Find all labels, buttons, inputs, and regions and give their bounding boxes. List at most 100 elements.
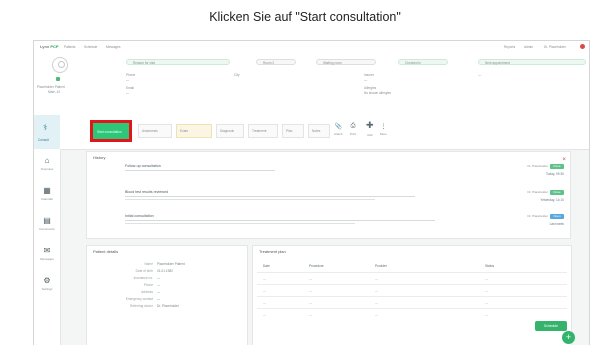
detail-row: Referring doctor Dr. Placeholder	[107, 304, 179, 308]
status-badge: Open	[550, 214, 564, 219]
history-entry-title: Initial consultation	[125, 214, 154, 218]
calendar-icon: ▦	[43, 186, 51, 195]
patient-details-title: Patient details	[93, 249, 119, 254]
field-label-insurer: Insurer	[364, 73, 374, 77]
history-entry-title: Follow-up consultation	[125, 164, 161, 168]
reason-pill[interactable]: Reason for visit	[126, 59, 230, 65]
cell: —	[263, 277, 266, 281]
tab-consult[interactable]: ⚕ Consult	[34, 115, 60, 149]
detail-key: Emergency contact	[125, 297, 153, 301]
step-diagnosis[interactable]: Diagnosis	[216, 124, 244, 138]
start-consultation-label: Start consultation	[97, 130, 122, 134]
nav-admin[interactable]: Admin	[524, 45, 533, 49]
add-fab-button[interactable]: +	[562, 331, 575, 344]
gear-icon: ⚙	[43, 276, 51, 285]
next-appointment-pill[interactable]: Next appointment	[478, 59, 586, 65]
divider	[257, 296, 567, 297]
detail-key: Insurance no.	[133, 276, 153, 280]
field-value-phone: —	[126, 78, 130, 82]
checkin-pill[interactable]: Checked in	[398, 59, 448, 65]
sidebar-item-calendar[interactable]: ▦ Calendar	[34, 183, 60, 211]
stethoscope-icon: ⚕	[43, 123, 48, 132]
room-pill-label: Room 2	[263, 61, 275, 65]
task-instruction: Klicken Sie auf "Start consultation"	[209, 10, 401, 24]
schedule-button[interactable]: Schedule	[535, 321, 567, 331]
print-icon[interactable]: ⎙ Print	[350, 123, 356, 136]
status-badge: Done	[550, 190, 564, 195]
detail-key: Referring doctor	[130, 304, 153, 308]
history-entry-time: Last week	[549, 222, 564, 226]
patient-name: Placeholder Patient	[37, 85, 65, 89]
patient-header: Placeholder Patient Male, 42 Reason for …	[34, 53, 589, 116]
text-line	[125, 199, 375, 200]
history-entry-time: Yesterday, 14:10	[540, 198, 564, 202]
sidebar-item-settings[interactable]: ⚙ Settings	[34, 273, 60, 301]
history-entry[interactable]: Follow-up consultation Dr. Placeholder D…	[125, 164, 564, 186]
cell: —	[375, 301, 378, 305]
text-line	[125, 220, 435, 221]
start-consultation-button[interactable]: Start consultation	[90, 120, 132, 142]
nav-item-messages[interactable]: Messages	[106, 45, 121, 49]
step-treatment-label: Treatment	[252, 129, 267, 133]
checkin-pill-label: Checked in	[405, 61, 421, 65]
close-icon[interactable]: ×	[562, 157, 566, 163]
detail-row: Insurance no. —	[107, 276, 161, 280]
document-icon: ▤	[43, 216, 51, 225]
detail-value: Placeholder Patient	[157, 262, 185, 266]
avatar-icon	[52, 57, 68, 73]
nav-reports[interactable]: Reports	[504, 45, 515, 49]
step-notes-label: Notes	[312, 129, 321, 133]
history-entry-time: Today, 09:30	[545, 172, 564, 176]
sidebar-item-overview[interactable]: ⌂ Overview	[34, 153, 60, 181]
add-icon[interactable]: ✚ Add	[366, 120, 374, 137]
step-notes[interactable]: Notes	[308, 124, 330, 138]
history-entry-author: Dr. Placeholder	[527, 190, 548, 194]
history-title: History	[93, 155, 106, 160]
waiting-pill-label: Waiting room	[323, 61, 342, 65]
logo-text-a: Lynx	[40, 44, 50, 49]
more-icon[interactable]: ⋮ More	[380, 123, 387, 136]
sidebar-label-calendar: Calendar	[40, 197, 54, 201]
step-treatment[interactable]: Treatment	[248, 124, 278, 138]
detail-row: Phone —	[107, 283, 160, 287]
history-entry[interactable]: Initial consultation Dr. Placeholder Ope…	[125, 214, 564, 236]
nav-item-schedule[interactable]: Schedule	[84, 45, 97, 49]
cell: —	[309, 313, 312, 317]
notification-dot-icon[interactable]	[580, 44, 585, 49]
divider	[257, 308, 567, 309]
waiting-pill[interactable]: Waiting room	[316, 59, 376, 65]
step-exam-label: Exam	[180, 129, 189, 133]
app-window: Lynx PCP Patients Schedule Messages Repo…	[33, 40, 590, 345]
detail-value: 01.01.1982	[157, 269, 173, 273]
step-diagnosis-label: Diagnosis	[220, 129, 234, 133]
step-plan[interactable]: Plan	[282, 124, 304, 138]
nav-item-patients[interactable]: Patients	[64, 45, 76, 49]
detail-row: Address —	[107, 290, 160, 294]
column-header-procedure: Procedure	[309, 264, 324, 268]
room-pill[interactable]: Room 2	[256, 59, 296, 65]
treatment-plan-panel: Treatment plan Date Procedure Provider S…	[252, 245, 572, 345]
detail-key: Address	[141, 290, 153, 294]
detail-key: Date of birth	[135, 269, 153, 273]
step-exam[interactable]: Exam	[176, 124, 212, 138]
cell: —	[309, 289, 312, 293]
history-panel: History × Follow-up consultation Dr. Pla…	[86, 151, 571, 239]
step-anamnesis[interactable]: Anamnesis	[138, 124, 172, 138]
detail-row: Emergency contact —	[107, 297, 160, 301]
attach-icon[interactable]: 📎 Attach	[334, 123, 343, 136]
history-entry[interactable]: Blood test results reviewed Dr. Placehol…	[125, 190, 564, 212]
print-label: Print	[350, 132, 357, 136]
divider	[257, 272, 567, 273]
tab-consult-label: Consult	[38, 138, 49, 142]
sidebar: ⌂ Overview ▦ Calendar ▤ Documents ✉ Mess…	[34, 149, 61, 345]
history-entry-author: Dr. Placeholder	[527, 214, 548, 218]
sidebar-item-documents[interactable]: ▤ Documents	[34, 213, 60, 241]
history-entry-title: Blood test results reviewed	[125, 190, 168, 194]
cell: —	[485, 301, 488, 305]
sidebar-label-documents: Documents	[39, 227, 55, 231]
treatment-plan-title: Treatment plan	[259, 249, 286, 254]
step-plan-label: Plan	[286, 129, 293, 133]
user-menu[interactable]: Dr. Placeholder	[544, 45, 566, 49]
sidebar-item-messages[interactable]: ✉ Messages	[34, 243, 60, 271]
field-label-city: City	[234, 73, 240, 77]
